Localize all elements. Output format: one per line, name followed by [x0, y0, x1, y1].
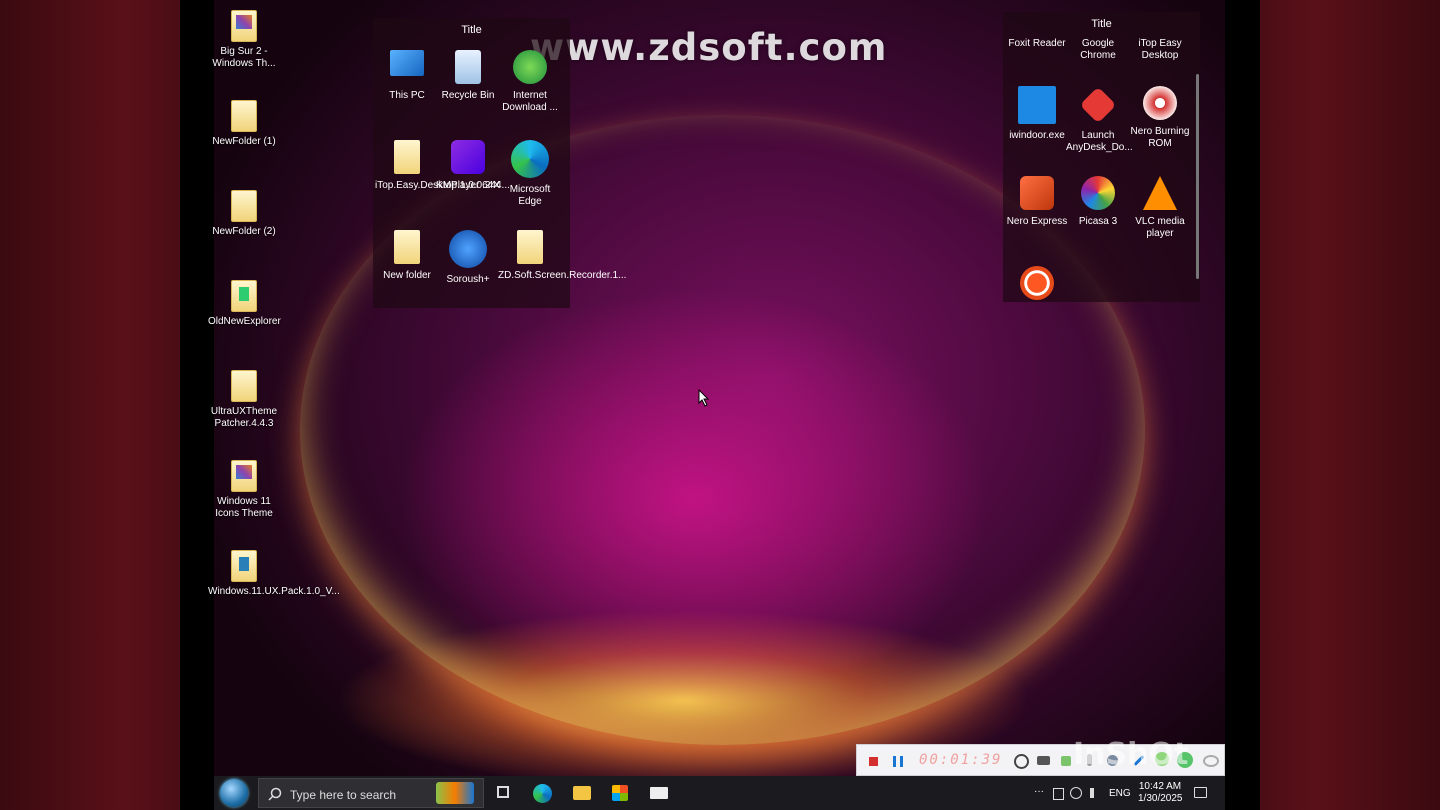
nero-disc-icon	[1143, 86, 1177, 120]
background-pillar-right	[1260, 0, 1440, 810]
fence-item-itop-desktop[interactable]: iTop Easy Desktop	[1128, 38, 1192, 62]
desktop-icon-oldnewexplorer[interactable]: OldNewExplorer	[208, 280, 281, 328]
nero-express-icon	[1020, 176, 1054, 210]
screen-recorder-toolbar[interactable]: 00:01:39 InShOt	[856, 737, 1225, 776]
fence-item-recycle-bin[interactable]: Recycle Bin	[436, 50, 500, 102]
stop-button[interactable]	[869, 757, 878, 766]
meet-now-icon[interactable]	[1053, 788, 1064, 800]
soroush-icon	[449, 230, 487, 268]
tray-overflow-icon[interactable]: ···	[1034, 786, 1044, 797]
desktop-icon-win11icons[interactable]: Windows 11 Icons Theme	[208, 460, 280, 520]
alarm-clock-icon[interactable]	[1014, 754, 1029, 769]
fence-item-new-folder[interactable]: New folder	[375, 230, 439, 282]
mail-icon[interactable]	[650, 787, 668, 799]
fence-item-vlc[interactable]: VLC media player	[1128, 176, 1192, 240]
taskbar: Type here to search ··· ENG 10:42 AM 1/3…	[214, 776, 1225, 810]
hide-icon[interactable]	[1203, 755, 1219, 767]
task-view-icon[interactable]	[497, 786, 509, 798]
fence-item-picasa[interactable]: Picasa 3	[1066, 176, 1130, 228]
iwindoor-icon	[1018, 86, 1056, 124]
fence-scrollbar[interactable]	[1196, 74, 1199, 279]
desktop-icon-newfolder2[interactable]: NewFolder (2)	[208, 190, 280, 238]
recycle-bin-icon	[455, 50, 481, 84]
fence-title[interactable]: Title	[373, 18, 570, 40]
file-explorer-icon[interactable]	[573, 786, 591, 800]
folder-icon	[231, 190, 257, 222]
folder-icon	[231, 370, 257, 402]
clock[interactable]: 10:42 AM 1/30/2025	[1138, 781, 1183, 805]
desktop-icon-bigsur[interactable]: Big Sur 2 - Windows Th...	[208, 10, 280, 70]
recording-timer: 00:01:39	[919, 752, 1003, 768]
search-highlight-icon	[436, 782, 474, 804]
folder-icon	[517, 230, 543, 264]
clock-time: 10:42 AM	[1138, 781, 1182, 792]
search-box[interactable]: Type here to search	[258, 778, 484, 808]
watermark: www.zdsoft.com	[530, 26, 888, 69]
fence-item-kmplayer[interactable]: KMPlayer 64X	[436, 140, 500, 192]
edge-icon	[511, 140, 549, 178]
fence-item-foxit[interactable]: Foxit Reader	[1005, 38, 1069, 50]
folder-icon	[231, 100, 257, 132]
fence-item-zd-recorder[interactable]: ZD.Soft.Screen.Recorder.1...	[498, 230, 626, 282]
camera-icon[interactable]	[1037, 756, 1050, 765]
fence-left[interactable]: Title This PC Recycle Bin Internet Downl…	[373, 18, 626, 308]
language-indicator[interactable]: ENG	[1109, 788, 1131, 799]
inshot-watermark: InShOt	[1073, 737, 1189, 772]
folder-icon	[394, 140, 420, 174]
volume-muted-icon[interactable]	[1090, 788, 1100, 798]
folder-icon	[231, 280, 257, 312]
fence-item-this-pc[interactable]: This PC	[375, 50, 439, 102]
edge-taskbar-icon[interactable]	[533, 784, 552, 803]
speaker-icon[interactable]	[1061, 756, 1071, 766]
fence-right[interactable]: Title Foxit Reader Google Chrome iTop Ea…	[1003, 12, 1200, 302]
mouse-cursor-icon	[698, 389, 710, 407]
desktop-icon-newfolder1[interactable]: NewFolder (1)	[208, 100, 280, 148]
search-placeholder: Type here to search	[290, 788, 397, 802]
pause-button[interactable]	[893, 756, 903, 767]
monitor-icon	[390, 50, 424, 76]
start-button[interactable]	[220, 779, 248, 807]
vlc-cone-icon	[1143, 176, 1177, 210]
search-icon	[268, 787, 282, 801]
fence-item-anydesk[interactable]: Launch AnyDesk_Do...	[1066, 86, 1133, 154]
fence-item-recorder[interactable]	[1005, 266, 1069, 306]
folder-icon	[231, 10, 257, 42]
desktop-icon-win11uxpack[interactable]: Windows.11.UX.Pack.1.0_V...	[208, 550, 340, 598]
network-globe-icon[interactable]	[1070, 787, 1082, 799]
background-pillar-left	[0, 0, 180, 810]
folder-icon	[394, 230, 420, 264]
fence-item-soroush[interactable]: Soroush+	[436, 230, 500, 286]
letterbox-right	[1225, 0, 1260, 810]
folder-icon	[231, 460, 257, 492]
folder-icon	[231, 550, 257, 582]
desktop-icon-ultrauxtheme[interactable]: UltraUXTheme Patcher.4.4.3	[208, 370, 280, 430]
store-icon[interactable]	[612, 785, 628, 801]
notification-icon[interactable]	[1194, 787, 1207, 798]
picasa-icon	[1081, 176, 1115, 210]
clock-date: 1/30/2025	[1138, 793, 1183, 804]
fence-item-chrome[interactable]: Google Chrome	[1066, 38, 1130, 62]
fence-item-internet-download[interactable]: Internet Download ...	[498, 50, 562, 114]
kmplayer-icon	[451, 140, 485, 174]
fence-item-itop-easy[interactable]: iTop.Easy.Desktop.1.0.0.244...	[375, 140, 510, 192]
fence-item-nero-express[interactable]: Nero Express	[1005, 176, 1069, 228]
fence-item-iwindoor[interactable]: iwindoor.exe	[1005, 86, 1069, 142]
download-globe-icon	[513, 50, 547, 84]
fence-title[interactable]: Title	[1003, 12, 1200, 34]
fence-item-nero-burning[interactable]: Nero Burning ROM	[1128, 86, 1192, 150]
pause-icon	[893, 756, 896, 767]
anydesk-icon	[1079, 86, 1117, 124]
record-icon	[1020, 266, 1054, 300]
fence-item-edge[interactable]: Microsoft Edge	[498, 140, 562, 208]
